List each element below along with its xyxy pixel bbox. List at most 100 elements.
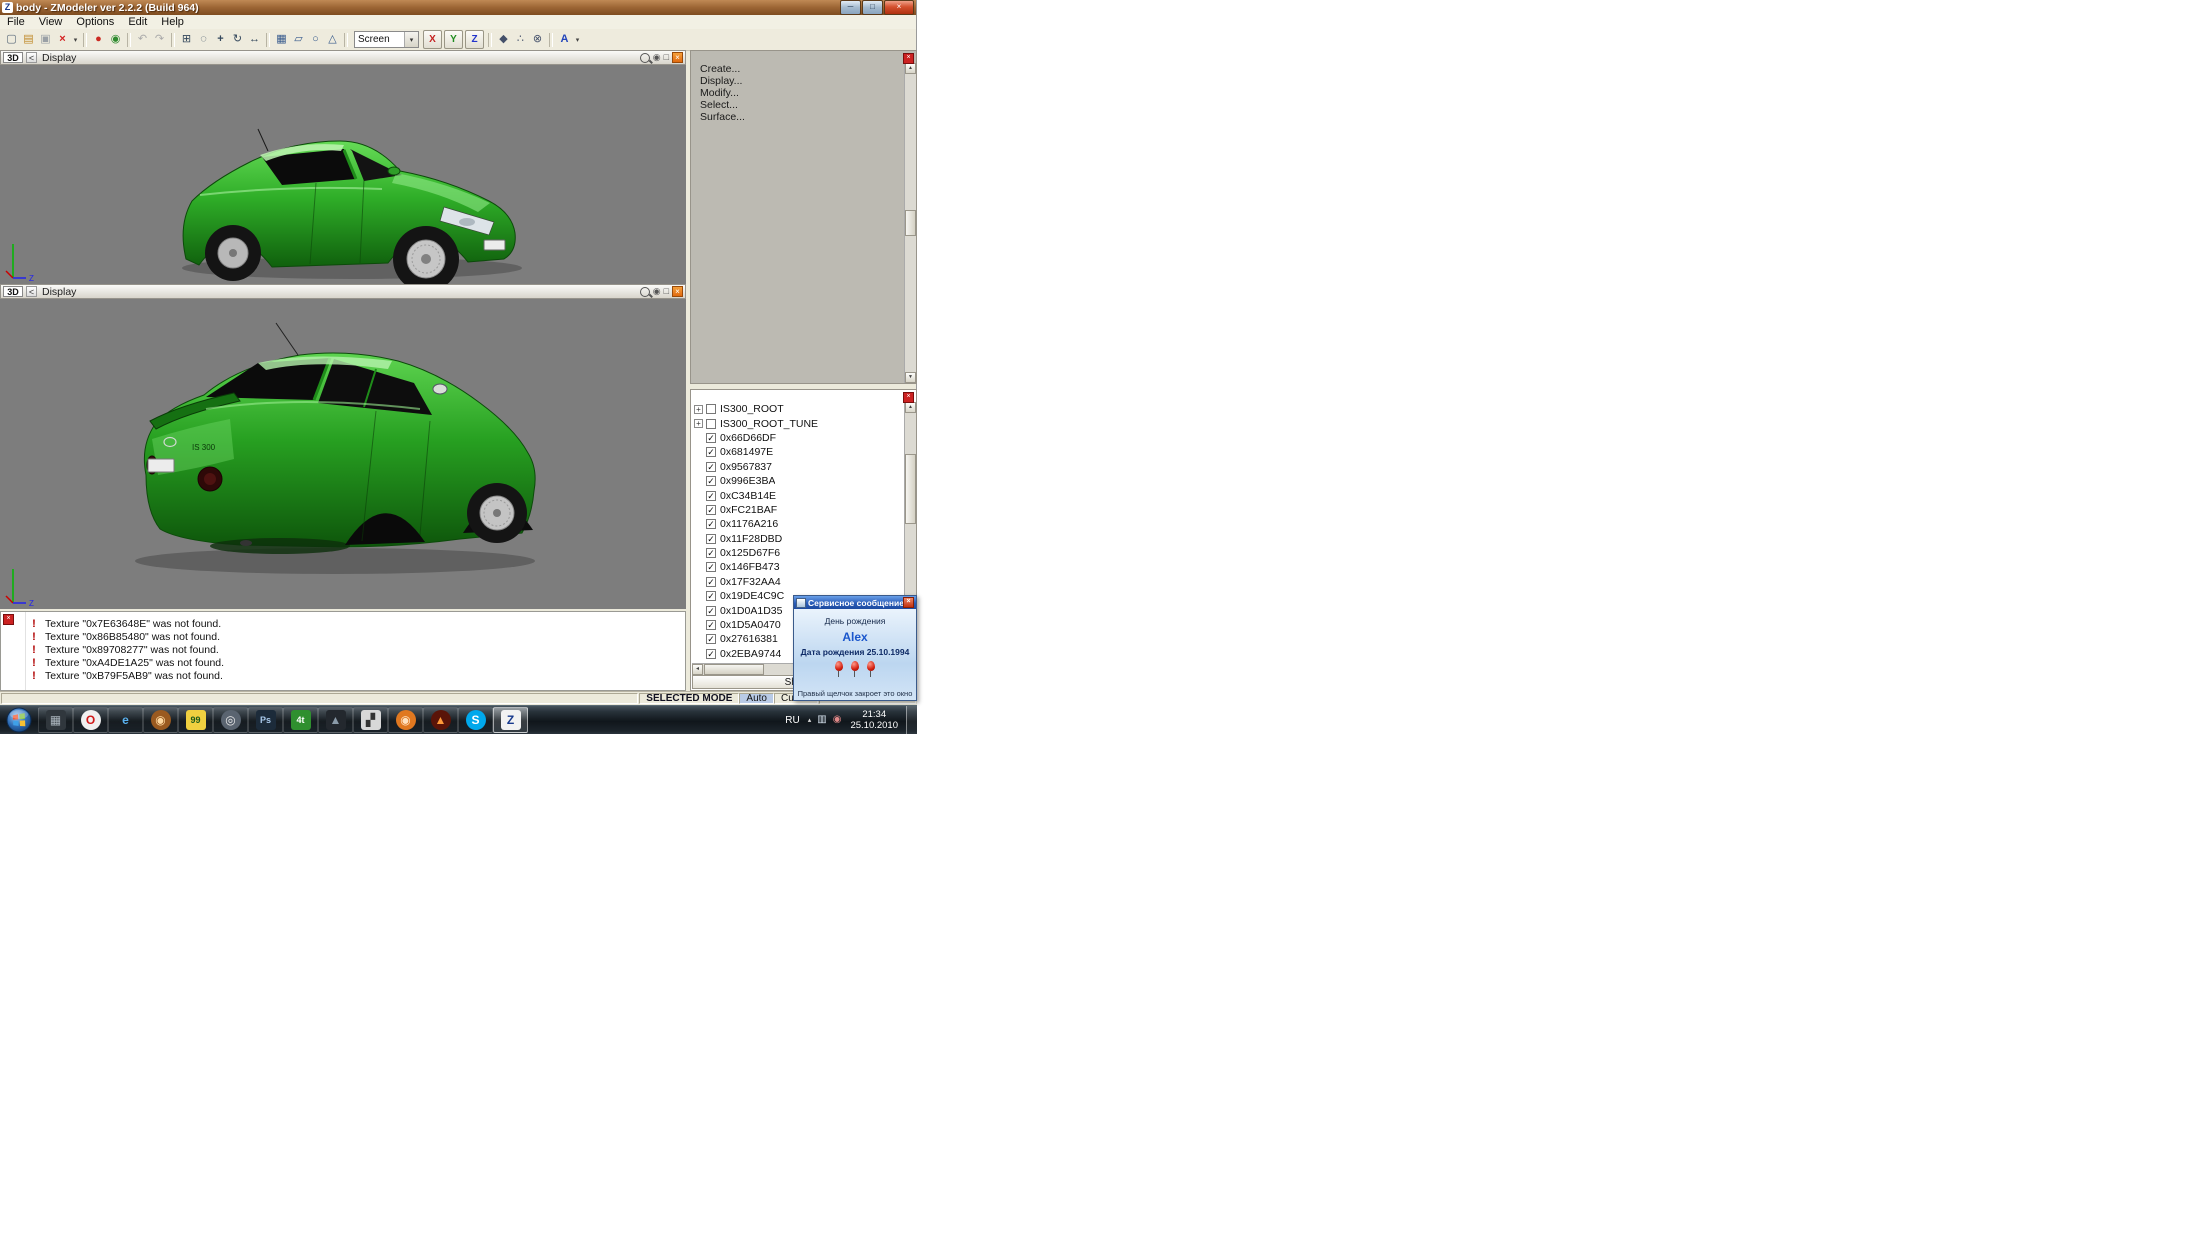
command-select[interactable]: Select... xyxy=(700,99,745,111)
clock[interactable]: 21:34 25.10.2010 xyxy=(844,709,906,731)
weld-icon[interactable]: ∴ xyxy=(512,31,529,48)
record-icon[interactable]: ● xyxy=(90,31,107,48)
scroll-thumb[interactable] xyxy=(905,454,916,524)
lasso-tool-icon[interactable]: ◌ xyxy=(195,31,212,48)
select-tool-icon[interactable]: ⊞ xyxy=(178,31,195,48)
game-app-icon[interactable]: ▲ xyxy=(318,707,353,733)
scroll-down-icon[interactable]: ▼ xyxy=(905,372,916,383)
root-checkbox[interactable] xyxy=(706,419,716,429)
viewport1-header[interactable]: 3D < Display ◉ □ × xyxy=(0,50,686,65)
normals-icon[interactable]: A xyxy=(556,31,573,48)
photo-editor-icon[interactable]: Ps xyxy=(248,707,283,733)
flame-app-icon[interactable]: ▲ xyxy=(423,707,458,733)
command-create[interactable]: Create... xyxy=(700,63,745,75)
command-modify[interactable]: Modify... xyxy=(700,87,745,99)
opera-icon[interactable]: O xyxy=(73,707,108,733)
graphics-app-icon[interactable]: ▞ xyxy=(353,707,388,733)
rotate-tool-icon[interactable]: ↻ xyxy=(229,31,246,48)
material-row[interactable]: ✓0x146FB473 xyxy=(694,560,903,574)
detach-icon[interactable]: ⊗ xyxy=(529,31,546,48)
hierarchy-root-row[interactable]: +IS300_ROOT xyxy=(694,402,903,416)
material-row[interactable]: ✓0x66D66DF xyxy=(694,431,903,445)
axis-x-button[interactable]: X xyxy=(423,30,442,49)
scroll-thumb[interactable] xyxy=(905,210,916,236)
sphere-primitive-icon[interactable]: ○ xyxy=(307,31,324,48)
service-message-window[interactable]: Сервисное сообщение × День рождения Alex… xyxy=(793,595,917,701)
close-viewport-icon[interactable]: × xyxy=(672,286,683,297)
material-checkbox[interactable]: ✓ xyxy=(706,433,716,443)
minimize-button[interactable]: ─ xyxy=(840,0,861,15)
scroll-up-icon[interactable]: ▲ xyxy=(905,63,916,74)
maximize-button[interactable]: □ xyxy=(862,0,883,15)
normals-dropdown-icon[interactable]: ▾ xyxy=(573,36,582,44)
delete-icon[interactable]: × xyxy=(54,31,71,48)
viewport1-back-button[interactable]: < xyxy=(26,52,37,63)
status-auto-toggle[interactable]: Auto xyxy=(739,693,774,704)
menu-edit[interactable]: Edit xyxy=(121,16,154,28)
command-surface[interactable]: Surface... xyxy=(700,111,745,123)
hierarchy-root-row[interactable]: +IS300_ROOT_TUNE xyxy=(694,416,903,430)
tray-minimizer-4t-icon[interactable]: 4t xyxy=(283,707,318,733)
start-button[interactable] xyxy=(0,706,38,734)
close-viewport-icon[interactable]: × xyxy=(672,52,683,63)
language-indicator[interactable]: RU xyxy=(780,715,804,726)
commands-panel-close-button[interactable]: × xyxy=(903,53,914,64)
commands-scrollbar[interactable]: ▲ ▼ xyxy=(904,63,916,383)
viewport2-canvas[interactable]: IS 300 Z xyxy=(0,299,686,609)
box-primitive-icon[interactable]: ▱ xyxy=(290,31,307,48)
material-checkbox[interactable]: ✓ xyxy=(706,491,716,501)
visibility-icon[interactable]: ◉ xyxy=(653,287,661,296)
expand-icon[interactable]: + xyxy=(694,405,703,414)
snap-icon[interactable]: ◆ xyxy=(495,31,512,48)
material-row[interactable]: ✓0xFC21BAF xyxy=(694,503,903,517)
skype-icon[interactable]: S xyxy=(458,707,493,733)
media-app-icon[interactable]: ◉ xyxy=(143,707,178,733)
title-bar[interactable]: Z body - ZModeler ver 2.2.2 (Build 964) … xyxy=(0,0,916,15)
material-checkbox[interactable]: ✓ xyxy=(706,634,716,644)
keypad-app-icon[interactable]: ▦ xyxy=(38,707,73,733)
hscroll-thumb[interactable] xyxy=(704,664,764,675)
redo-icon[interactable]: ↷ xyxy=(151,31,168,48)
material-checkbox[interactable]: ✓ xyxy=(706,606,716,616)
hidden-icons-arrow[interactable]: ▴ xyxy=(805,716,815,724)
material-checkbox[interactable]: ✓ xyxy=(706,519,716,529)
log-close-button[interactable]: × xyxy=(3,614,14,625)
maximize-viewport-icon[interactable]: □ xyxy=(664,287,669,296)
zoom-icon[interactable] xyxy=(640,53,650,63)
material-checkbox[interactable]: ✓ xyxy=(706,649,716,659)
zoom-icon[interactable] xyxy=(640,287,650,297)
open-folder-icon[interactable]: ▤ xyxy=(20,31,37,48)
menu-file[interactable]: File xyxy=(0,16,32,28)
tray-status-icon[interactable]: ◉ xyxy=(830,715,845,725)
material-checkbox[interactable]: ✓ xyxy=(706,447,716,457)
combo-dropdown-icon[interactable]: ▾ xyxy=(404,32,418,47)
root-checkbox[interactable] xyxy=(706,404,716,414)
maximize-viewport-icon[interactable]: □ xyxy=(664,53,669,62)
delete-dropdown-icon[interactable]: ▾ xyxy=(71,36,80,44)
material-checkbox[interactable]: ✓ xyxy=(706,462,716,472)
material-row[interactable]: ✓0x17F32AA4 xyxy=(694,575,903,589)
material-row[interactable]: ✓0x1176A216 xyxy=(694,517,903,531)
material-checkbox[interactable]: ✓ xyxy=(706,476,716,486)
command-display[interactable]: Display... xyxy=(700,75,745,87)
expand-icon[interactable]: + xyxy=(694,419,703,428)
app-99-icon[interactable]: 99 xyxy=(178,707,213,733)
menu-options[interactable]: Options xyxy=(69,16,121,28)
visibility-icon[interactable]: ◉ xyxy=(653,53,661,62)
scale-tool-icon[interactable]: ↔ xyxy=(246,31,263,48)
move-tool-icon[interactable]: + xyxy=(212,31,229,48)
material-row[interactable]: ✓0x681497E xyxy=(694,445,903,459)
axis-y-button[interactable]: Y xyxy=(444,30,463,49)
material-checkbox[interactable]: ✓ xyxy=(706,562,716,572)
scroll-up-icon[interactable]: ▲ xyxy=(905,402,916,413)
viewport2-back-button[interactable]: < xyxy=(26,286,37,297)
cone-primitive-icon[interactable]: △ xyxy=(324,31,341,48)
save-icon[interactable]: ▣ xyxy=(37,31,54,48)
notification-title-bar[interactable]: Сервисное сообщение × xyxy=(794,596,916,609)
menu-help[interactable]: Help xyxy=(154,16,191,28)
viewport2-header[interactable]: 3D < Display ◉ □ × xyxy=(0,284,686,299)
material-row[interactable]: ✓0x996E3BA xyxy=(694,474,903,488)
show-desktop-button[interactable] xyxy=(906,706,917,734)
viewport1-mode-button[interactable]: 3D xyxy=(3,52,23,63)
notification-close-button[interactable]: × xyxy=(903,597,914,608)
